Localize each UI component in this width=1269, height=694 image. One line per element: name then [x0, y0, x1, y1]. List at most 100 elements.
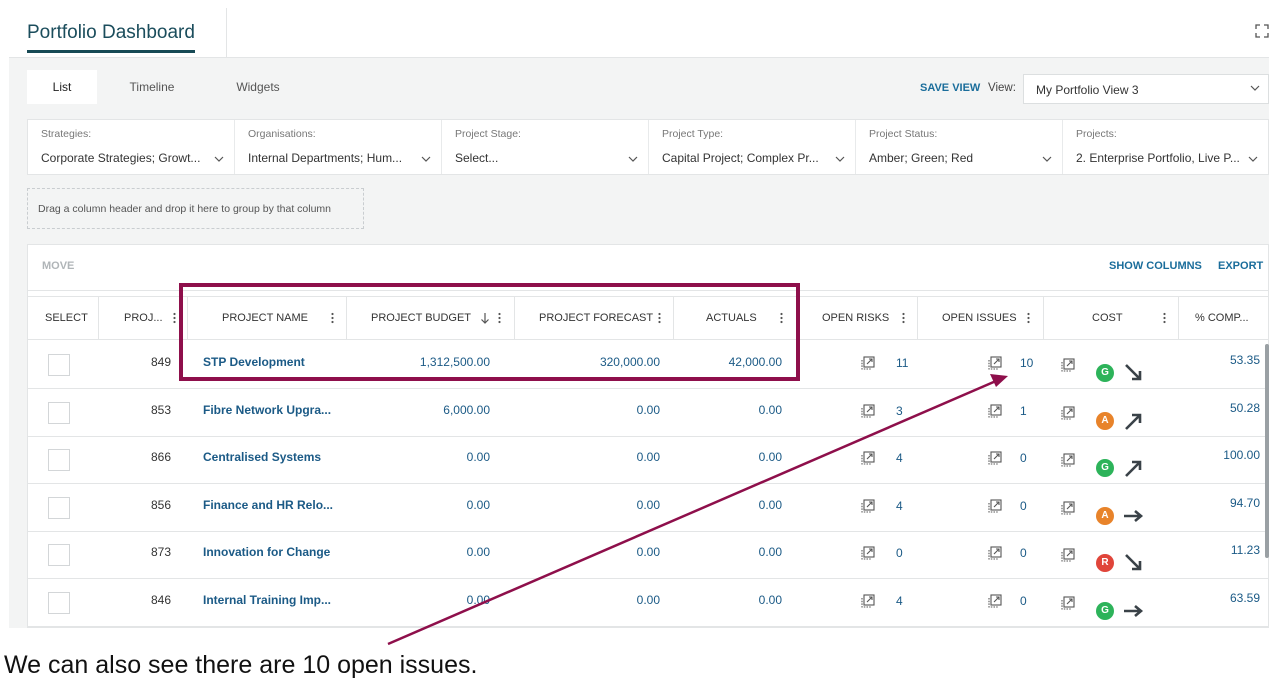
expand-icon[interactable]: [1255, 24, 1269, 38]
table-row[interactable]: 856 Finance and HR Relo... 0.00 0.00 0.0…: [28, 485, 1269, 532]
project-id: 873: [151, 545, 172, 559]
project-forecast: 0.00: [636, 545, 660, 559]
row-select-checkbox[interactable]: [48, 401, 70, 424]
open-risks-popup-icon[interactable]: [861, 546, 875, 560]
open-issues-popup-icon[interactable]: [988, 403, 1002, 418]
project-name-link[interactable]: Fibre Network Upgra...: [203, 403, 331, 417]
chevron-down-icon: [628, 156, 638, 162]
tab-timeline[interactable]: Timeline: [117, 70, 187, 104]
project-forecast: 0.00: [636, 497, 660, 512]
column-menu-icon[interactable]: [173, 312, 176, 324]
table-row[interactable]: 846 Internal Training Imp... 0.00 0.00 0…: [28, 580, 1269, 627]
open-issues-count[interactable]: 0: [1020, 594, 1027, 608]
column-menu-icon[interactable]: [1027, 312, 1030, 324]
project-name-link[interactable]: Innovation for Change: [203, 545, 330, 559]
project-forecast: 0.00: [636, 402, 660, 417]
open-issues-popup-icon[interactable]: [988, 356, 1002, 370]
column-header-label: OPEN RISKS: [822, 312, 890, 324]
chevron-down-icon: [214, 156, 224, 162]
vertical-scrollbar[interactable]: [1265, 344, 1269, 558]
project-id: 853: [151, 402, 172, 417]
filter-label: Organisations:: [248, 128, 316, 140]
column-header-select[interactable]: SELECT: [28, 297, 99, 339]
cost-popup-icon[interactable]: [1061, 453, 1075, 467]
percent-complete: 11.23: [1230, 543, 1260, 557]
view-select[interactable]: My Portfolio View 3: [1023, 74, 1269, 104]
open-issues-popup-icon[interactable]: [988, 593, 1002, 608]
column-menu-icon[interactable]: [902, 312, 905, 324]
project-name-link[interactable]: Internal Training Imp...: [203, 593, 331, 607]
row-select-checkbox[interactable]: [48, 544, 70, 566]
project-forecast: 0.00: [636, 592, 660, 607]
actuals: 0.00: [758, 402, 782, 417]
open-risks-count[interactable]: 4: [896, 594, 903, 608]
open-risks-count[interactable]: 0: [896, 546, 903, 560]
open-risks-count[interactable]: 11: [896, 356, 908, 370]
filter-projects[interactable]: Projects: 2. Enterprise Portfolio, Live …: [1063, 120, 1268, 174]
cost-popup-icon[interactable]: [1061, 358, 1075, 372]
table-row[interactable]: 853 Fibre Network Upgra... 6,000.00 0.00…: [28, 390, 1269, 437]
open-issues-popup-icon[interactable]: [988, 498, 1002, 513]
open-issues-count[interactable]: 0: [1020, 451, 1027, 465]
tab-widgets[interactable]: Widgets: [223, 70, 293, 104]
open-issues-popup-icon[interactable]: [988, 546, 1002, 560]
filter-value: Select...: [455, 151, 499, 165]
project-name-link[interactable]: Finance and HR Relo...: [203, 498, 333, 512]
tab-list[interactable]: List: [27, 70, 97, 104]
open-risks-count[interactable]: 4: [896, 451, 903, 465]
open-risks-popup-icon[interactable]: [861, 593, 875, 608]
column-header-proj[interactable]: PROJ...: [99, 297, 188, 339]
open-risks-count[interactable]: 3: [896, 404, 903, 418]
project-name-link[interactable]: Centralised Systems: [203, 450, 321, 464]
cost-popup-icon[interactable]: [1061, 548, 1075, 562]
row-select-checkbox[interactable]: [48, 449, 70, 471]
filter-project-stage[interactable]: Project Stage: Select...: [442, 120, 649, 174]
project-id: 866: [151, 450, 172, 464]
open-issues-count[interactable]: 0: [1020, 546, 1027, 560]
trend-flat-arrow-icon: [1124, 604, 1144, 617]
column-header-percent-complete[interactable]: % COMP...: [1179, 297, 1269, 339]
project-budget: 0.00: [466, 497, 490, 512]
column-menu-icon[interactable]: [1163, 312, 1166, 324]
group-by-drop-zone[interactable]: Drag a column header and drop it here to…: [27, 188, 364, 229]
cost-popup-icon[interactable]: [1061, 500, 1075, 515]
filter-strategies[interactable]: Strategies: Corporate Strategies; Growt.…: [28, 120, 235, 174]
column-header-cost[interactable]: COST: [1044, 297, 1179, 339]
trend-flat-arrow-icon: [1124, 509, 1144, 522]
open-issues-popup-icon[interactable]: [988, 451, 1002, 465]
open-issues-count[interactable]: 0: [1020, 499, 1027, 513]
column-header-open-risks[interactable]: OPEN RISKS: [800, 297, 918, 339]
row-select-checkbox[interactable]: [48, 591, 70, 614]
open-issues-count[interactable]: 1: [1020, 404, 1027, 418]
open-risks-popup-icon[interactable]: [861, 356, 875, 370]
project-forecast: 0.00: [636, 450, 660, 464]
table-row[interactable]: 873 Innovation for Change 0.00 0.00 0.00…: [28, 532, 1269, 579]
export-button[interactable]: EXPORT: [1218, 260, 1263, 272]
open-risks-popup-icon[interactable]: [861, 403, 875, 418]
top-bar: Portfolio Dashboard: [9, 8, 1269, 58]
cost-popup-icon[interactable]: [1061, 595, 1075, 610]
save-view-button[interactable]: SAVE VIEW: [920, 82, 980, 94]
filter-label: Project Status:: [869, 128, 938, 140]
filter-project-status[interactable]: Project Status: Amber; Green; Red: [856, 120, 1063, 174]
open-issues-count[interactable]: 10: [1020, 356, 1033, 370]
show-columns-button[interactable]: SHOW COLUMNS: [1109, 260, 1202, 272]
dashboard-title-tab[interactable]: Portfolio Dashboard: [27, 8, 227, 58]
table-row[interactable]: 866 Centralised Systems 0.00 0.00 0.00 4…: [28, 437, 1269, 484]
row-select-checkbox[interactable]: [48, 496, 70, 519]
row-select-checkbox[interactable]: [48, 354, 70, 376]
open-risks-popup-icon[interactable]: [861, 498, 875, 513]
column-header-open-issues[interactable]: OPEN ISSUES: [918, 297, 1044, 339]
filter-project-type[interactable]: Project Type: Capital Project; Complex P…: [649, 120, 856, 174]
chevron-down-icon: [1042, 156, 1052, 162]
cost-popup-icon[interactable]: [1061, 405, 1075, 420]
project-budget: 0.00: [466, 592, 490, 607]
chevron-down-icon: [1248, 156, 1258, 162]
rag-status-badge: A: [1096, 506, 1114, 525]
filter-organisations[interactable]: Organisations: Internal Departments; Hum…: [235, 120, 442, 174]
filter-value: Corporate Strategies; Growt...: [41, 151, 201, 165]
open-risks-popup-icon[interactable]: [861, 451, 875, 465]
move-button[interactable]: MOVE: [42, 260, 74, 272]
open-risks-count[interactable]: 4: [896, 499, 903, 513]
project-id: 849: [151, 355, 172, 369]
